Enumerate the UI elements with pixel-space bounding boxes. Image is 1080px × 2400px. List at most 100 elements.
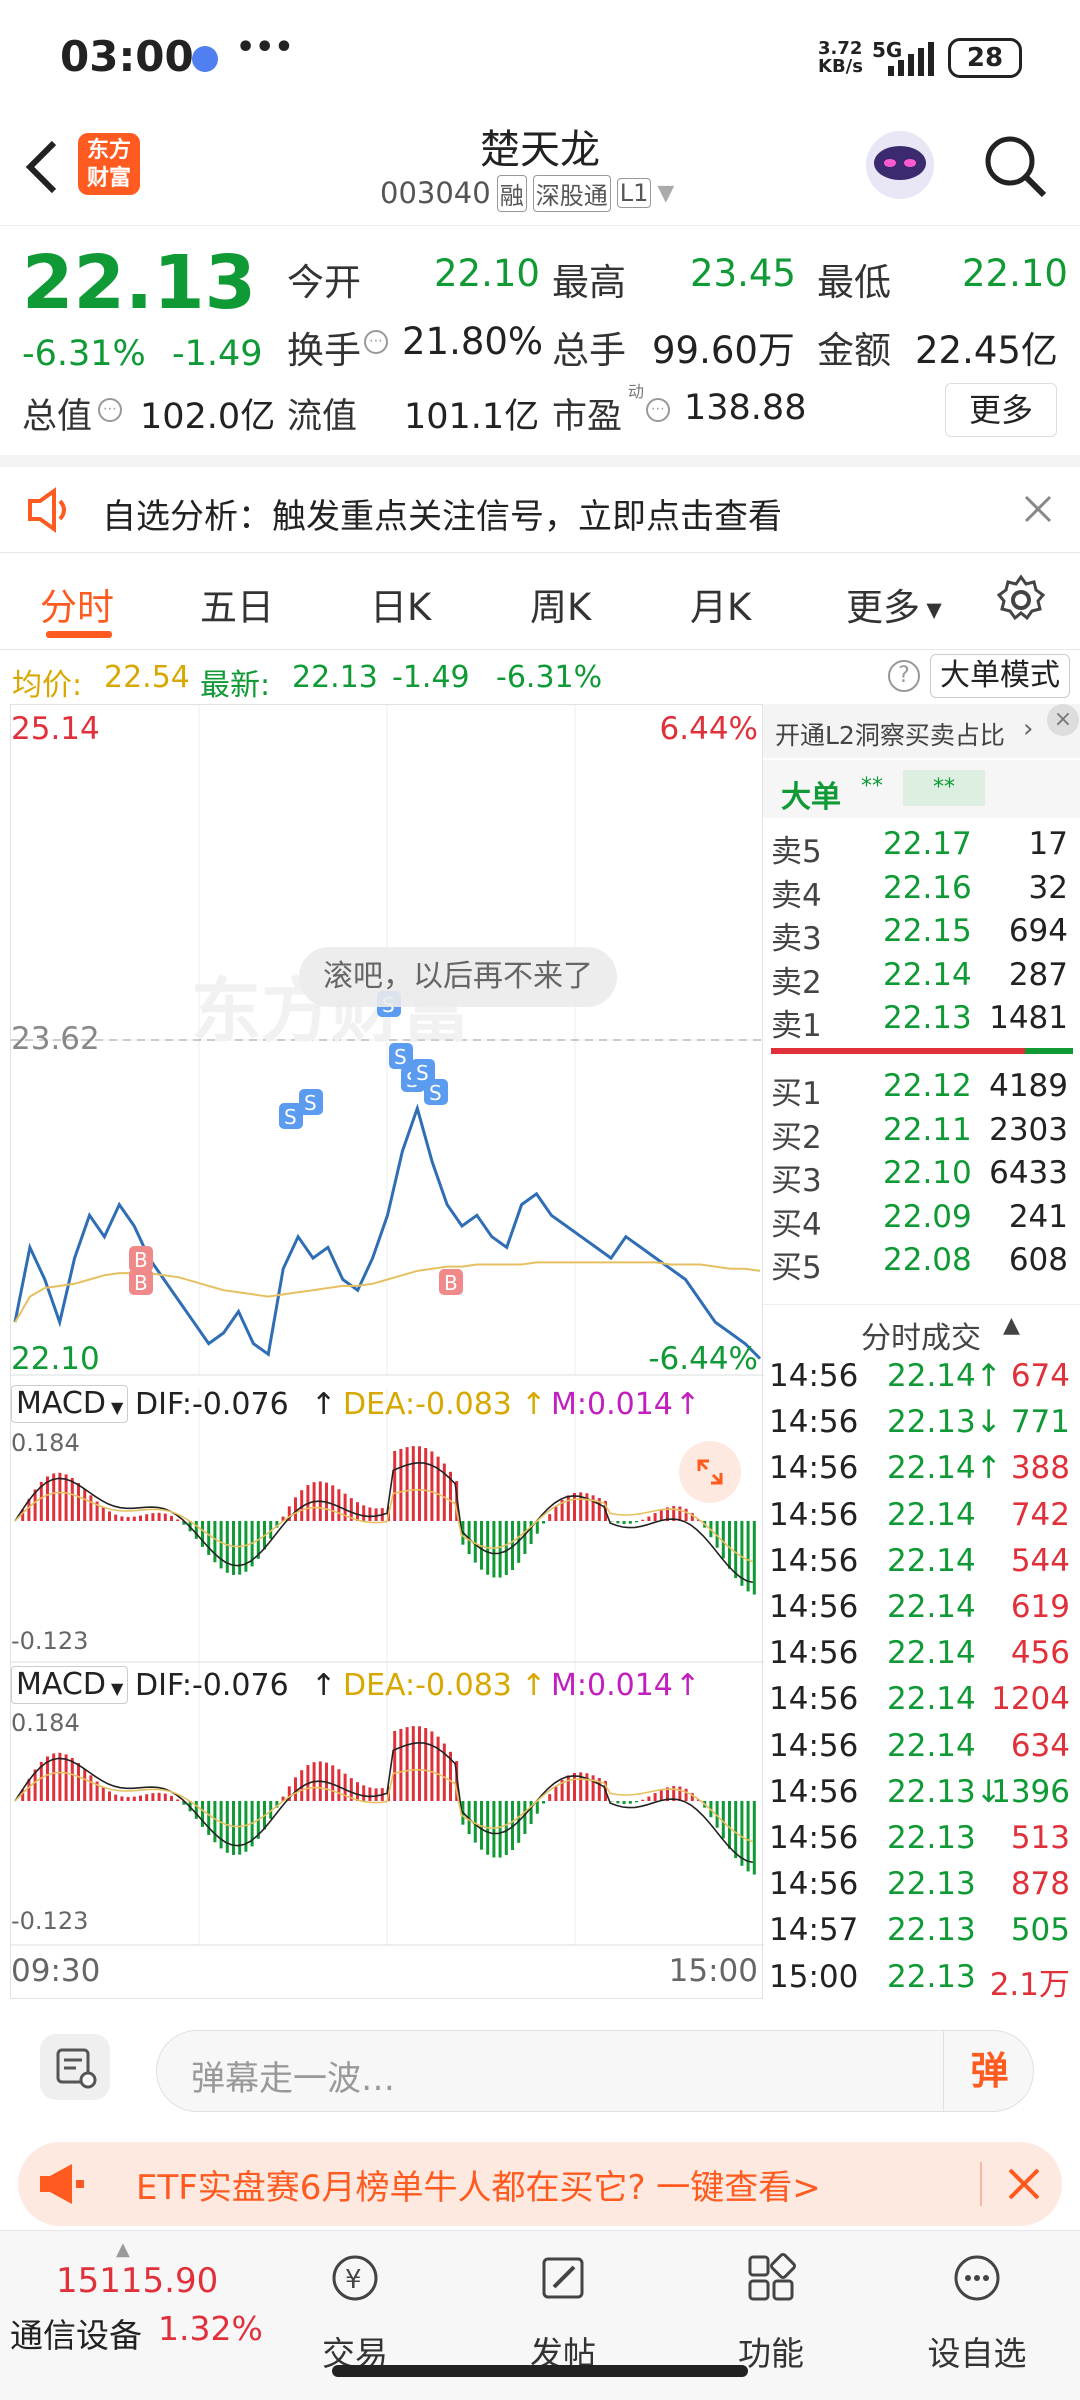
more-button[interactable]: 更多 bbox=[945, 383, 1057, 437]
caret-down-icon[interactable]: ▼ bbox=[657, 181, 674, 206]
trade-row: 14:56 22.13↓ 1396 bbox=[763, 1768, 1080, 1815]
l2-header-text: 开通L2洞察买卖占比 bbox=[775, 721, 1005, 750]
order-volume: 6433 bbox=[989, 1155, 1068, 1191]
chart-top-price: 25.14 bbox=[11, 711, 100, 747]
macd-bar bbox=[120, 1796, 124, 1801]
tab-month-k[interactable]: 月K bbox=[690, 577, 751, 631]
info-icon[interactable]: ⋯ bbox=[98, 398, 122, 422]
asks-list: 卖5 22.17 17 卖4 22.16 32 卖3 22.15 694 卖2 22.14 287 卖1… bbox=[763, 822, 1080, 1044]
index-pct: 1.32% bbox=[158, 2309, 263, 2348]
pct-change: -6.31% bbox=[22, 334, 146, 374]
nav-function[interactable]: 功能 bbox=[706, 2231, 836, 2381]
macd-bar bbox=[473, 1521, 477, 1563]
macd-bar bbox=[641, 1519, 645, 1521]
settings-gear-icon[interactable] bbox=[994, 573, 1048, 627]
trades-header[interactable]: 分时成交 ▲ bbox=[763, 1304, 1080, 1356]
macd-dea-2: DEA:-0.083 bbox=[343, 1668, 512, 1703]
order-volume: 1481 bbox=[989, 1000, 1068, 1036]
tab-week-k[interactable]: 周K bbox=[530, 577, 591, 631]
order-book-row: 买1 22.12 4189 bbox=[763, 1064, 1080, 1112]
help-icon[interactable]: ? bbox=[888, 660, 920, 692]
macd-bar bbox=[114, 1514, 118, 1521]
index-value[interactable]: 15115.90 bbox=[56, 2261, 218, 2301]
macd-bar bbox=[566, 1775, 570, 1801]
macd-bar bbox=[728, 1521, 731, 1569]
l2-header[interactable]: 开通L2洞察买卖占比 › × bbox=[763, 704, 1080, 758]
last-price: 22.13 bbox=[22, 240, 257, 326]
danmu-send-button[interactable]: 弹 bbox=[943, 2031, 1035, 2111]
analysis-banner[interactable]: 自选分析：触发重点关注信号，立即点击查看 bbox=[0, 455, 1080, 553]
robot-assistant-icon[interactable] bbox=[862, 121, 938, 209]
macd-bar bbox=[405, 1727, 409, 1801]
mktcap-label: 总值 bbox=[22, 397, 93, 437]
trade-row: 15:00 22.13 2.1万 bbox=[763, 1953, 1080, 2003]
trade-price: 22.14 bbox=[887, 1496, 976, 1533]
tab-more[interactable]: 更多 ▼ bbox=[846, 577, 942, 631]
macd-bar bbox=[374, 1788, 378, 1801]
macd-bar bbox=[356, 1782, 359, 1801]
macd-bar bbox=[635, 1521, 638, 1523]
macd-select-2[interactable]: MACD ▼ bbox=[11, 1666, 129, 1704]
amount-label: 金额 bbox=[817, 329, 891, 372]
nav-trade[interactable]: ¥ 交易 bbox=[290, 2231, 420, 2381]
macd-bar bbox=[492, 1801, 496, 1858]
macd-bar bbox=[70, 1757, 74, 1801]
close-icon[interactable]: × bbox=[1047, 704, 1079, 736]
trade-volume: 634 bbox=[1010, 1727, 1070, 1764]
big-order-mode-button[interactable]: 大单模式 bbox=[930, 654, 1070, 698]
expand-icon[interactable] bbox=[679, 1441, 741, 1503]
nav-post[interactable]: 发帖 bbox=[498, 2231, 628, 2381]
macd-bar bbox=[752, 1801, 756, 1875]
pe-label: 市盈 bbox=[552, 397, 623, 437]
macd-m-2: M:0.014 bbox=[551, 1668, 673, 1703]
macd-bar bbox=[337, 1489, 341, 1521]
order-level-label: 卖1 bbox=[771, 1008, 822, 1044]
macd-bar bbox=[170, 1515, 173, 1521]
trade-volume: 619 bbox=[1010, 1589, 1070, 1625]
macd-bar bbox=[678, 1786, 682, 1801]
trade-row: 14:56 22.13 878 bbox=[763, 1860, 1080, 1907]
macd-bar bbox=[628, 1521, 632, 1524]
float-label: 流值 bbox=[287, 397, 358, 437]
tab-day-k[interactable]: 日K bbox=[370, 577, 431, 631]
nav-add-watchlist[interactable]: 设自选 bbox=[912, 2231, 1042, 2381]
order-level-label: 买1 bbox=[771, 1076, 822, 1112]
trade-volume: 742 bbox=[1010, 1496, 1070, 1533]
promo-text: ETF实盘赛6月榜单牛人都在买它? 一键查看> bbox=[136, 2168, 821, 2208]
trade-time: 14:56 bbox=[769, 1589, 859, 1625]
macd-bar bbox=[337, 1769, 341, 1801]
macd-bar bbox=[628, 1801, 632, 1804]
pe-value: 138.88 bbox=[684, 388, 807, 428]
ratio-bar bbox=[771, 1048, 1073, 1054]
macd-bar bbox=[64, 1754, 68, 1801]
macd-bar bbox=[114, 1794, 118, 1801]
macd-bar bbox=[418, 1726, 421, 1801]
macd-bar bbox=[225, 1801, 229, 1853]
index-name[interactable]: 通信设备 bbox=[10, 2309, 142, 2357]
promo-banner[interactable]: ETF实盘赛6月榜单牛人都在买它? 一键查看> bbox=[18, 2142, 1062, 2226]
tab-intraday[interactable]: 分时 bbox=[40, 577, 114, 631]
info-icon[interactable]: ⋯ bbox=[364, 330, 388, 354]
macd-dif-2: DIF:-0.076 bbox=[135, 1668, 289, 1703]
macd-bar bbox=[734, 1521, 738, 1579]
trade-price: 22.14↑ bbox=[887, 1450, 1002, 1487]
search-icon[interactable] bbox=[980, 131, 1050, 201]
macd-select-1[interactable]: MACD ▼ bbox=[11, 1385, 129, 1423]
macd-bar bbox=[424, 1727, 428, 1801]
danmu-input[interactable]: 弹幕走一波… 弹 bbox=[156, 2030, 1034, 2112]
close-icon[interactable] bbox=[1004, 2164, 1044, 2204]
danmu-settings-icon[interactable] bbox=[40, 2034, 110, 2100]
order-price: 22.16 bbox=[883, 869, 972, 906]
macd-bar bbox=[132, 1516, 136, 1521]
macd-bar bbox=[405, 1447, 409, 1521]
edit-icon bbox=[538, 2253, 588, 2303]
order-level-label: 卖3 bbox=[771, 921, 822, 957]
trade-volume: 2.1万 bbox=[989, 1966, 1070, 2003]
macd-bar bbox=[566, 1495, 570, 1521]
chart-area[interactable]: 东方财富 BBBSSSSSSS 25.14 6.44% 23.62 22.10 … bbox=[10, 704, 764, 1999]
level-tag[interactable]: L1 bbox=[616, 178, 652, 208]
tab-five-day[interactable]: 五日 bbox=[200, 577, 274, 631]
order-volume: 287 bbox=[1008, 956, 1068, 993]
info-icon[interactable]: ⋯ bbox=[646, 398, 670, 422]
close-icon[interactable] bbox=[1020, 491, 1056, 527]
